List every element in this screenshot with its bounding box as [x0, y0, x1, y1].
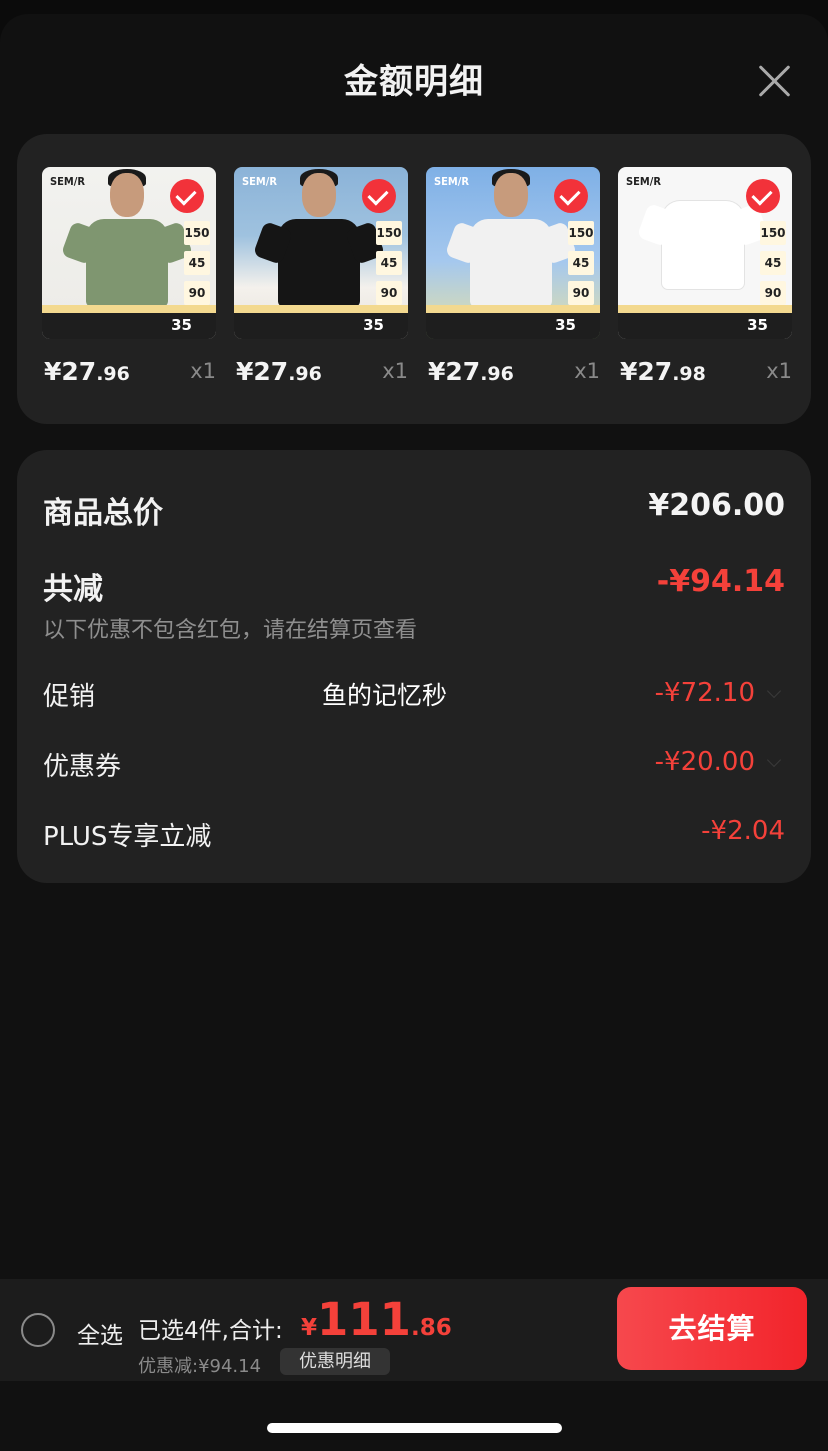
product-price: ¥27.98	[620, 357, 706, 386]
model-head	[494, 173, 528, 217]
size-tag: 45	[568, 251, 594, 275]
size-tag: 90	[184, 281, 210, 305]
promo-band: 35	[234, 305, 408, 339]
product-image[interactable]: SEM/R 150 45 90 160 35	[234, 167, 408, 339]
promo-band: 35	[618, 305, 792, 339]
promo-number: 35	[363, 316, 384, 334]
promo-number: 35	[171, 316, 192, 334]
plus-label: PLUS专享立减	[43, 822, 212, 852]
size-tag: 150	[184, 221, 210, 245]
discount-detail-button[interactable]: 优惠明细	[280, 1348, 390, 1375]
amount-detail-sheet: 金额明细 SEM/R 150 45 90 160 35 ¥27.96 x1	[0, 14, 828, 1451]
promo-band: 35	[42, 305, 216, 339]
shirt-graphic	[470, 219, 552, 307]
model-head	[302, 173, 336, 217]
chevron-down-icon[interactable]	[766, 752, 782, 768]
selected-check-icon[interactable]	[746, 179, 780, 213]
overlay-caption: 鱼的记忆秒	[322, 681, 448, 710]
brand-label: SEM/R	[434, 175, 469, 188]
product-qty: x1	[766, 359, 792, 383]
model-head	[110, 173, 144, 217]
product-item-3[interactable]: SEM/R 150 45 90 160 35 ¥27.96 x1	[426, 167, 600, 393]
size-tag: 90	[376, 281, 402, 305]
selected-check-icon[interactable]	[362, 179, 396, 213]
promo-value[interactable]: -¥72.10	[655, 678, 755, 708]
grand-total: ¥111.86	[301, 1293, 452, 1346]
discount-note: 以下优惠不包含红包，请在结算页查看	[43, 618, 418, 643]
size-tag: 45	[376, 251, 402, 275]
sheet-title: 金额明细	[344, 62, 484, 102]
close-icon[interactable]	[754, 60, 794, 100]
product-item-2[interactable]: SEM/R 150 45 90 160 35 ¥27.96 x1	[234, 167, 408, 393]
product-qty: x1	[382, 359, 408, 383]
chevron-down-icon[interactable]	[766, 683, 782, 699]
product-qty: x1	[190, 359, 216, 383]
shirt-graphic	[86, 219, 168, 307]
size-tag: 150	[760, 221, 786, 245]
product-item-4[interactable]: SEM/R 150 45 90 160 35 ¥27.98 x1	[618, 167, 792, 393]
reduce-label: 共减	[43, 572, 103, 607]
product-qty: x1	[574, 359, 600, 383]
checkout-button[interactable]: 去结算	[617, 1287, 807, 1370]
promo-band: 35	[426, 305, 600, 339]
shirt-graphic	[662, 201, 744, 289]
product-image[interactable]: SEM/R 150 45 90 160 35	[618, 167, 792, 339]
size-tag: 90	[568, 281, 594, 305]
product-item-1[interactable]: SEM/R 150 45 90 160 35 ¥27.96 x1	[42, 167, 216, 393]
brand-label: SEM/R	[242, 175, 277, 188]
total-value: ¥206.00	[648, 488, 785, 523]
product-image[interactable]: SEM/R 150 45 90 160 35	[426, 167, 600, 339]
size-tag: 45	[184, 251, 210, 275]
brand-label: SEM/R	[626, 175, 661, 188]
selected-count-label: 已选4件,合计:	[138, 1318, 283, 1344]
brand-label: SEM/R	[50, 175, 85, 188]
size-tag: 45	[760, 251, 786, 275]
promo-label: 促销	[43, 682, 96, 712]
coupon-label: 优惠券	[43, 752, 122, 782]
shirt-graphic	[278, 219, 360, 307]
discount-summary: 优惠减:¥94.14	[138, 1356, 262, 1377]
product-price: ¥27.96	[236, 357, 322, 386]
products-card: SEM/R 150 45 90 160 35 ¥27.96 x1 SE	[17, 134, 811, 424]
size-tag: 150	[568, 221, 594, 245]
selected-check-icon[interactable]	[554, 179, 588, 213]
product-price: ¥27.96	[428, 357, 514, 386]
promo-number: 35	[555, 316, 576, 334]
home-indicator	[267, 1423, 562, 1433]
coupon-value[interactable]: -¥20.00	[655, 747, 755, 777]
size-tag: 150	[376, 221, 402, 245]
price-summary-card: 商品总价 ¥206.00 共减 -¥94.14 以下优惠不包含红包，请在结算页查…	[17, 450, 811, 883]
size-tag: 90	[760, 281, 786, 305]
checkout-bar: 全选 已选4件,合计: ¥111.86 优惠减:¥94.14 优惠明细 去结算	[0, 1279, 828, 1381]
select-all-radio[interactable]	[21, 1313, 55, 1347]
promo-number: 35	[747, 316, 768, 334]
product-image[interactable]: SEM/R 150 45 90 160 35	[42, 167, 216, 339]
total-label: 商品总价	[43, 496, 163, 531]
plus-value: -¥2.04	[701, 816, 785, 846]
selected-check-icon[interactable]	[170, 179, 204, 213]
reduce-value: -¥94.14	[656, 564, 785, 599]
select-all-label[interactable]: 全选	[77, 1316, 123, 1350]
product-price: ¥27.96	[44, 357, 130, 386]
